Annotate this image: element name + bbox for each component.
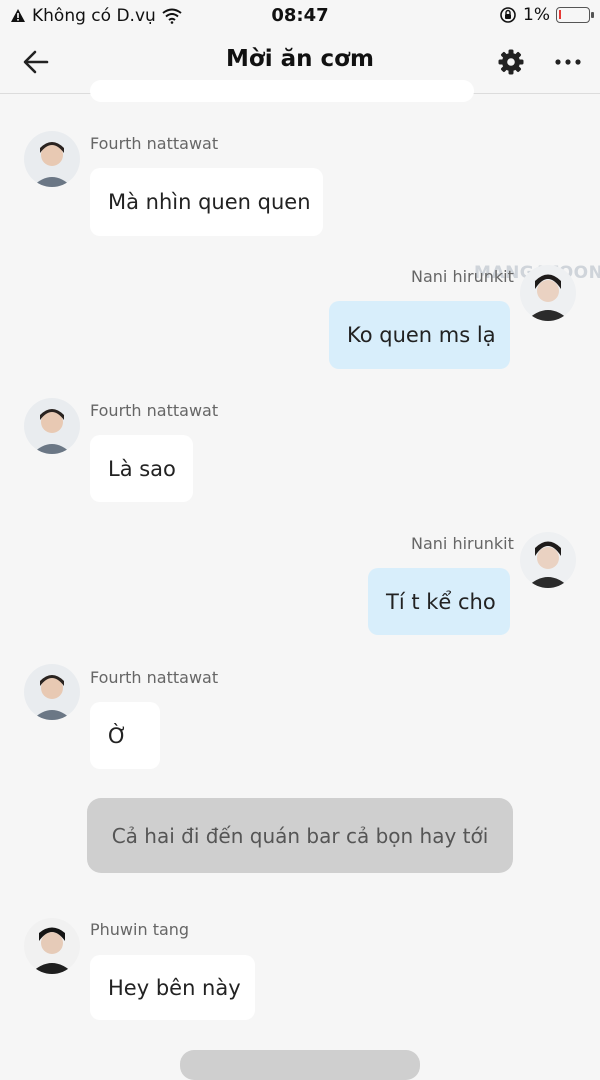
sender-name: Fourth nattawat [90, 401, 219, 420]
orientation-lock-icon [500, 7, 516, 23]
avatar-nani[interactable] [520, 265, 576, 321]
previous-message-bubble [90, 80, 474, 102]
next-narration-bubble [180, 1050, 420, 1080]
sender-name: Nani hirunkit [411, 534, 514, 553]
sender-name: Nani hirunkit [411, 267, 514, 286]
status-bar: Không có D.vụ 08:47 1% [0, 0, 600, 30]
status-right: 1% [499, 5, 594, 25]
gear-icon[interactable] [497, 48, 525, 76]
sender-name: Fourth nattawat [90, 134, 219, 153]
avatar-fourth[interactable] [24, 131, 80, 187]
message-bubble: Hey bên này [90, 955, 255, 1020]
avatar-phuwin[interactable] [24, 918, 80, 974]
avatar-nani[interactable] [520, 532, 576, 588]
message-bubble: Ko quen ms lạ [329, 301, 510, 369]
sender-name: Phuwin tang [90, 920, 190, 939]
battery-icon [556, 7, 594, 23]
message-bubble: Ờ [90, 702, 160, 769]
battery-percent: 1% [523, 5, 550, 25]
narration-bubble: Cả hai đi đến quán bar cả bọn hay tới [87, 798, 513, 873]
more-icon[interactable] [550, 48, 586, 76]
message-bubble: Mà nhìn quen quen [90, 168, 323, 236]
avatar-fourth[interactable] [24, 664, 80, 720]
sender-name: Fourth nattawat [90, 668, 219, 687]
message-bubble: Là sao [90, 435, 193, 502]
message-bubble: Tí t kể cho [368, 568, 510, 635]
avatar-fourth[interactable] [24, 398, 80, 454]
